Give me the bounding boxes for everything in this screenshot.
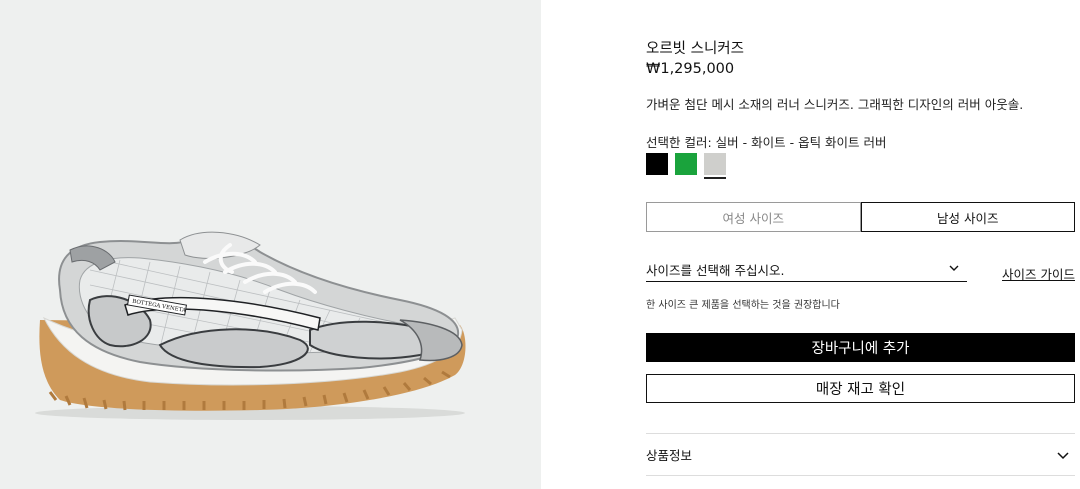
tab-women-size[interactable]: 여성 사이즈 [646, 202, 861, 232]
product-info-panel: 오르빗 스니커즈 ₩1,295,000 가벼운 첨단 메시 소재의 러너 스니커… [646, 0, 1075, 489]
color-swatches [646, 153, 726, 179]
product-description: 가벼운 첨단 메시 소재의 러너 스니커즈. 그래픽한 디자인의 러버 아웃솔. [646, 97, 1024, 112]
product-sneaker-image[interactable]: BOTTEGA VENETA [0, 0, 541, 489]
size-select-dropdown[interactable]: 사이즈를 선택해 주십시오. [646, 260, 967, 282]
divider [646, 475, 1075, 476]
size-recommendation-note: 한 사이즈 큰 제품을 선택하는 것을 권장합니다 [646, 300, 840, 311]
chevron-down-icon [1057, 451, 1069, 459]
add-to-cart-button[interactable]: 장바구니에 추가 [646, 333, 1075, 362]
tab-men-size[interactable]: 남성 사이즈 [860, 202, 1075, 232]
color-swatch-green[interactable] [675, 153, 697, 175]
swatch-silver-wrap [704, 153, 726, 179]
size-select-placeholder: 사이즈를 선택해 주십시오. [646, 263, 785, 278]
color-swatch-black[interactable] [646, 153, 668, 175]
product-title: 오르빗 스니커즈 [646, 41, 744, 57]
size-tabs: 여성 사이즈 남성 사이즈 [646, 202, 1075, 232]
product-info-accordion[interactable]: 상품정보 [646, 434, 1075, 475]
product-price: ₩1,295,000 [646, 61, 735, 77]
selected-swatch-indicator [704, 177, 726, 179]
check-store-stock-button[interactable]: 매장 재고 확인 [646, 374, 1075, 403]
color-swatch-silver[interactable] [704, 153, 726, 175]
product-page: BOTTEGA VENETA 오르빗 스니커즈 ₩1,295,000 가벼운 첨… [0, 0, 1080, 489]
chevron-down-icon [949, 265, 959, 271]
swatch-black-wrap [646, 153, 668, 179]
accordion-label: 상품정보 [646, 448, 693, 463]
swatch-green-wrap [675, 153, 697, 179]
size-guide-link[interactable]: 사이즈 가이드 [1002, 264, 1075, 283]
product-image-panel: BOTTEGA VENETA [0, 0, 541, 489]
selected-color-label: 선택한 컬러: 실버 - 화이트 - 옵틱 화이트 러버 [646, 135, 887, 150]
